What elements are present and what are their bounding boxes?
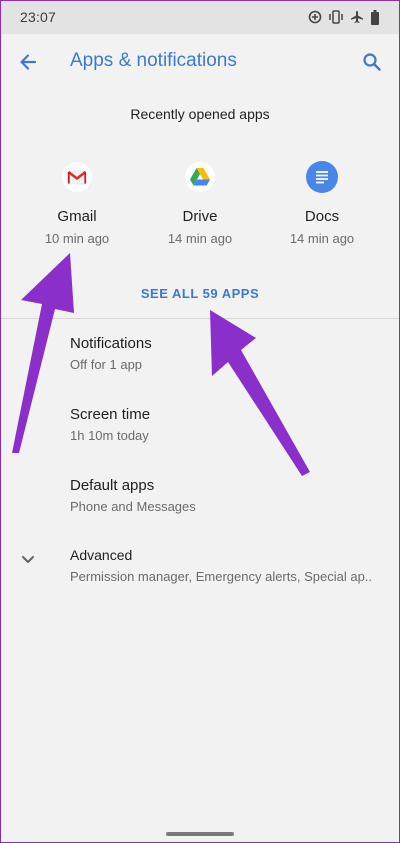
page-title: Apps & notifications: [70, 50, 237, 71]
recent-apps-heading: Recently opened apps: [130, 106, 270, 122]
settings-item-subtitle: Off for 1 app: [70, 357, 143, 372]
battery-icon: [370, 9, 380, 25]
recent-apps-row: Gmail 10 min ago Drive 14 min ago Docs 1…: [0, 160, 400, 260]
status-time: 23:07: [20, 9, 57, 25]
recent-app-docs[interactable]: Docs 14 min ago: [262, 160, 382, 246]
recent-app-name: Drive: [182, 208, 218, 225]
app-bar: Apps & notifications: [0, 34, 400, 90]
settings-item-title: Screen time: [70, 406, 151, 423]
gmail-icon: [60, 160, 94, 194]
gesture-nav-bar[interactable]: [166, 832, 234, 836]
recent-app-name: Gmail: [57, 208, 97, 225]
status-bar: 23:07: [0, 0, 400, 34]
status-icons: [308, 9, 380, 25]
data-saver-icon: [308, 10, 322, 24]
settings-item-subtitle: Phone and Messages: [70, 499, 196, 514]
see-all-apps-button[interactable]: SEE ALL 59 APPS: [0, 286, 400, 301]
recent-app-name: Docs: [304, 208, 340, 225]
docs-icon: [305, 160, 339, 194]
recent-app-drive[interactable]: Drive 14 min ago: [140, 160, 260, 246]
settings-item-subtitle: 1h 10m today: [70, 428, 149, 443]
settings-item-default-apps[interactable]: Default apps Phone and Messages: [0, 477, 400, 539]
recent-app-time: 14 min ago: [289, 231, 355, 246]
settings-item-title: Advanced: [70, 547, 133, 563]
vibrate-icon: [328, 10, 344, 24]
recent-app-time: 10 min ago: [44, 231, 110, 246]
chevron-down-icon: [18, 549, 38, 569]
settings-item-screen-time[interactable]: Screen time 1h 10m today: [0, 406, 400, 468]
recent-app-gmail[interactable]: Gmail 10 min ago: [17, 160, 137, 246]
back-arrow-icon: [20, 54, 37, 70]
divider: [0, 318, 400, 319]
drive-icon: [183, 160, 217, 194]
search-button[interactable]: [358, 48, 386, 76]
settings-item-title: Default apps: [70, 477, 155, 494]
recent-app-time: 14 min ago: [167, 231, 233, 246]
settings-item-title: Notifications: [70, 335, 152, 352]
settings-item-subtitle: Permission manager, Emergency alerts, Sp…: [70, 569, 373, 584]
settings-item-advanced[interactable]: Advanced Permission manager, Emergency a…: [0, 547, 400, 609]
settings-item-notifications[interactable]: Notifications Off for 1 app: [0, 335, 400, 397]
back-button[interactable]: [14, 48, 42, 76]
airplane-icon: [350, 10, 364, 24]
search-icon: [363, 53, 381, 71]
